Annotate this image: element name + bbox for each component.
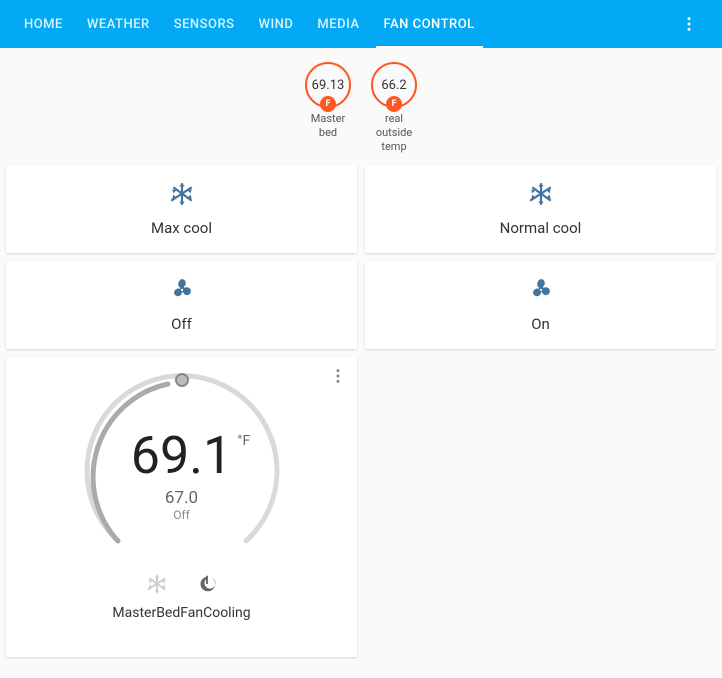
sensor-label: Master bed (301, 112, 355, 140)
tabs-container: HOME WEATHER SENSORS WIND MEDIA FAN CONT… (24, 3, 672, 46)
sensor-unit-dot: F (386, 96, 402, 112)
overflow-menu-button[interactable] (672, 7, 706, 41)
card-grid: Max cool Normal cool Off On (0, 161, 722, 661)
dial-readout: 69.1°F 67.0 Off (72, 425, 292, 522)
tab-home[interactable]: HOME (24, 3, 63, 46)
thermostat-state: Off (72, 508, 292, 522)
button-label: On (531, 315, 550, 333)
sensor-badge-master-bed[interactable]: 69.13 F Master bed (301, 62, 355, 153)
mode-off-button[interactable] (196, 573, 218, 599)
fan-icon (528, 277, 554, 307)
button-label: Max cool (151, 219, 212, 237)
tab-wind[interactable]: WIND (259, 3, 294, 46)
thermostat-card: 69.1°F 67.0 Off MasterBedFanCooling (6, 357, 357, 657)
dial-handle[interactable] (175, 373, 189, 387)
tab-sensors[interactable]: SENSORS (174, 3, 235, 46)
tab-bar: HOME WEATHER SENSORS WIND MEDIA FAN CONT… (0, 0, 722, 48)
normal-cool-button[interactable]: Normal cool (365, 165, 716, 253)
thermostat-name: MasterBedFanCooling (112, 605, 250, 621)
thermostat-menu-button[interactable] (329, 367, 347, 389)
snowflake-icon (528, 181, 554, 211)
fan-off-button[interactable]: Off (6, 261, 357, 349)
temp-unit: °F (237, 433, 250, 449)
sensor-value: 66.2 (381, 78, 406, 93)
sensor-unit-dot: F (320, 96, 336, 112)
current-temp-value: 69.1 (131, 425, 232, 486)
snowflake-icon (169, 181, 195, 211)
snowflake-icon (146, 573, 168, 595)
dots-vertical-icon (329, 367, 347, 385)
fan-icon (169, 277, 195, 307)
sensor-badges-row: 69.13 F Master bed 66.2 F real outside t… (0, 48, 722, 161)
sensor-value-circle: 66.2 F (371, 62, 417, 108)
current-temp: 69.1°F (131, 425, 232, 486)
tab-weather[interactable]: WEATHER (87, 3, 150, 46)
sensor-label: real outside temp (367, 112, 421, 153)
mode-cool-button[interactable] (146, 573, 168, 599)
sensor-value: 69.13 (312, 78, 345, 93)
button-label: Off (171, 315, 192, 333)
dots-vertical-icon (680, 15, 698, 33)
setpoint-temp: 67.0 (72, 488, 292, 508)
fan-on-button[interactable]: On (365, 261, 716, 349)
sensor-badge-outside-temp[interactable]: 66.2 F real outside temp (367, 62, 421, 153)
thermostat-mode-row (146, 573, 218, 599)
button-label: Normal cool (500, 219, 582, 237)
tab-media[interactable]: MEDIA (317, 3, 359, 46)
tab-fan-control[interactable]: FAN CONTROL (384, 3, 475, 46)
power-icon (196, 573, 218, 595)
max-cool-button[interactable]: Max cool (6, 165, 357, 253)
thermostat-dial[interactable]: 69.1°F 67.0 Off (72, 367, 292, 567)
sensor-value-circle: 69.13 F (305, 62, 351, 108)
